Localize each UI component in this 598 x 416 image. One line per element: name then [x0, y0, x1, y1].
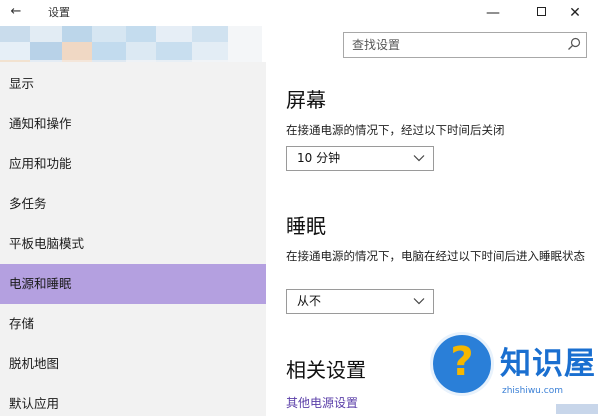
watermark-bar	[556, 404, 598, 414]
sidebar-item-apps[interactable]: 应用和功能	[0, 144, 266, 184]
other-power-settings-link[interactable]: 其他电源设置	[286, 394, 358, 411]
sidebar-nav: 显示 通知和操作 应用和功能 多任务 平板电脑模式 电源和睡眠 存储 脱机地图 …	[0, 62, 266, 416]
screen-timeout-value: 10 分钟	[297, 151, 341, 165]
watermark-logo: ? 知识屋 zhishiwu.com	[426, 322, 598, 416]
close-button[interactable]: ✕	[552, 0, 598, 26]
screen-description: 在接通电源的情况下，经过以下时间后关闭	[286, 123, 505, 137]
sleep-section-title: 睡眠	[286, 214, 326, 238]
watermark-domain: zhishiwu.com	[502, 386, 563, 396]
search-input[interactable]	[344, 33, 564, 57]
sidebar-item-power-sleep[interactable]: 电源和睡眠	[0, 264, 266, 304]
screen-section-title: 屏幕	[286, 88, 326, 112]
related-settings-title: 相关设置	[286, 358, 366, 382]
chevron-down-icon	[413, 298, 425, 305]
sleep-timeout-value: 从不	[297, 294, 322, 308]
back-arrow-icon[interactable]: ←	[6, 2, 26, 22]
sleep-timeout-dropdown[interactable]: 从不	[286, 289, 434, 314]
search-icon[interactable]	[566, 36, 582, 52]
sidebar-item-storage[interactable]: 存储	[0, 304, 266, 344]
search-box[interactable]	[343, 32, 587, 58]
sidebar-item-multitasking[interactable]: 多任务	[0, 184, 266, 224]
app-title: 设置	[48, 6, 70, 19]
sidebar-item-display[interactable]: 显示	[0, 64, 266, 104]
minimize-button[interactable]: —	[470, 0, 516, 26]
sleep-description: 在接通电源的情况下，电脑在经过以下时间后进入睡眠状态	[286, 249, 585, 263]
title-bar: ← 设置 — ✕	[0, 0, 598, 26]
header	[0, 26, 598, 84]
sidebar-item-notifications[interactable]: 通知和操作	[0, 104, 266, 144]
chevron-down-icon	[413, 155, 425, 162]
screen-timeout-dropdown[interactable]: 10 分钟	[286, 146, 434, 171]
question-mark-icon: ?	[450, 339, 474, 385]
watermark-title: 知识屋	[500, 346, 596, 382]
sidebar-item-tablet-mode[interactable]: 平板电脑模式	[0, 224, 266, 264]
sidebar-item-default-apps[interactable]: 默认应用	[0, 384, 266, 416]
sidebar-item-offline-maps[interactable]: 脱机地图	[0, 344, 266, 384]
maximize-icon	[536, 7, 546, 16]
